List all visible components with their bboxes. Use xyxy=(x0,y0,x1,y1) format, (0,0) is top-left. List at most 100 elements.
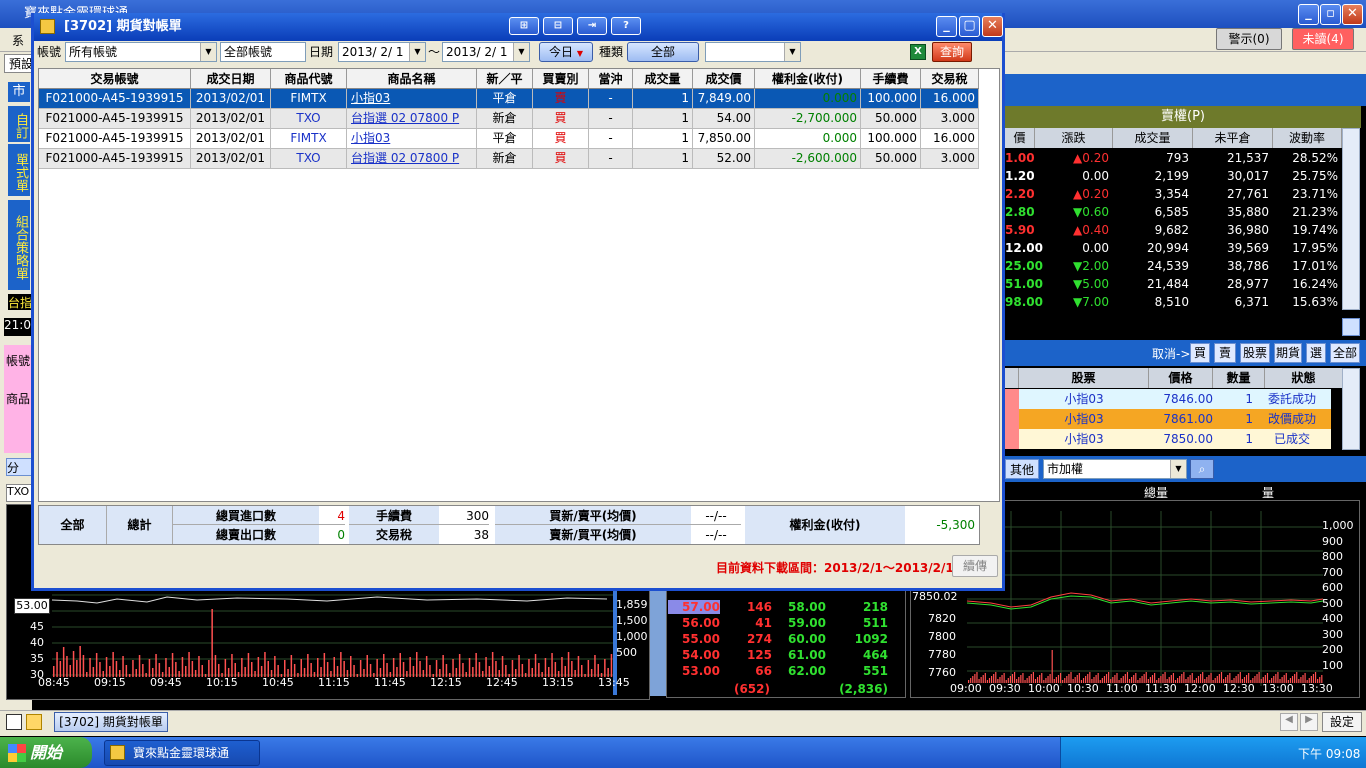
window-list-icon[interactable] xyxy=(6,714,22,730)
order-row[interactable]: 小指03 7850.00 1 已成交 xyxy=(1005,429,1331,449)
market-select[interactable]: 市加權 ▼ xyxy=(1043,459,1187,479)
left-code[interactable]: TXO xyxy=(6,484,32,502)
quote-row[interactable]: 5.90 ▲0.40 9,682 36,980 19.74% xyxy=(1005,221,1342,239)
print-icon[interactable]: ⊟ xyxy=(543,17,573,35)
restore-button[interactable]: ▫ xyxy=(1320,4,1341,25)
column-header[interactable]: 手續費 xyxy=(861,69,921,88)
next-icon[interactable]: ▶ xyxy=(1300,713,1318,731)
cell-name[interactable]: 台指選 02 07800 P xyxy=(347,149,477,168)
folder-icon[interactable] xyxy=(26,714,42,730)
quote-row[interactable]: 1.00 ▲0.20 793 21,537 28.52% xyxy=(1005,149,1342,167)
taskbar-window[interactable]: 寶來點金靈環球通 xyxy=(104,740,260,766)
layout-icon[interactable]: ⊞ xyxy=(509,17,539,35)
ask-price[interactable]: 60.00 xyxy=(776,632,826,646)
ask-price[interactable]: 61.00 xyxy=(776,648,826,662)
nav-market[interactable]: 市 xyxy=(8,82,30,102)
left-tab[interactable]: 分 xyxy=(6,458,32,476)
account-filter-field[interactable]: 全部帳號 xyxy=(220,42,306,62)
help-icon[interactable]: ? xyxy=(611,17,641,35)
cell-name-text[interactable]: 台指選 02 07800 P xyxy=(351,111,459,125)
nav-bottom[interactable]: 台指 xyxy=(8,294,32,310)
cell-name-text[interactable]: 小指03 xyxy=(351,131,390,145)
task-tab[interactable]: [3702] 期貨對帳單 xyxy=(54,712,168,732)
column-header[interactable]: 交易稅 xyxy=(921,69,979,88)
bid-price[interactable]: 56.00 xyxy=(668,616,720,630)
table-row[interactable]: F021000-A45-1939915 2013/02/01 TXO 台指選 02 0… xyxy=(39,149,979,169)
minimize-button[interactable]: _ xyxy=(1298,4,1319,25)
other-button[interactable]: 其他 xyxy=(1005,459,1039,479)
column-header[interactable]: 成交量 xyxy=(633,69,693,88)
column-header[interactable]: 當沖 xyxy=(589,69,633,88)
cancel-button[interactable]: 賣 xyxy=(1214,343,1236,363)
column-header[interactable]: 新／平 xyxy=(477,69,533,88)
export-icon[interactable]: ⇥ xyxy=(577,17,607,35)
nav-item-custom[interactable]: 自訂 xyxy=(8,106,30,142)
bid-price[interactable]: 54.00 xyxy=(668,648,720,662)
nav-item-combo[interactable]: 組合策略單 xyxy=(8,200,30,290)
ask-price[interactable]: 62.00 xyxy=(776,664,826,678)
ask-price[interactable]: 59.00 xyxy=(776,616,826,630)
column-header[interactable]: 成交價 xyxy=(693,69,755,88)
bid-price[interactable]: 57.00 xyxy=(668,600,720,614)
dialog-maximize-button[interactable]: ▢ xyxy=(959,16,980,37)
order-row[interactable]: 小指03 7846.00 1 委託成功 xyxy=(1005,389,1331,409)
quote-scrollbar[interactable] xyxy=(1342,128,1360,310)
cell-name-text[interactable]: 小指03 xyxy=(351,91,390,105)
dialog-title-bar[interactable]: [3702] 期貨對帳單 ⊞ ⊟ ⇥ ? _ ▢ ✕ xyxy=(34,13,1003,41)
nav-item-single[interactable]: 單式單 xyxy=(8,144,30,196)
today-button[interactable]: 今日 ▼ xyxy=(539,42,593,62)
table-row[interactable]: F021000-A45-1939915 2013/02/01 FIMTX 小指03 平倉… xyxy=(39,129,979,149)
bid-price[interactable]: 53.00 xyxy=(668,664,720,678)
prev-icon[interactable]: ◀ xyxy=(1280,713,1298,731)
quote-row[interactable]: 98.00 ▼7.00 8,510 6,371 15.63% xyxy=(1005,293,1342,311)
column-header[interactable]: 買賣別 xyxy=(533,69,589,88)
type-all-button[interactable]: 全部 xyxy=(627,42,699,62)
cell-name[interactable]: 小指03 xyxy=(347,89,477,108)
continue-button[interactable]: 續傳 xyxy=(952,555,998,577)
cancel-button[interactable]: 期貨 xyxy=(1274,343,1302,363)
table-row[interactable]: F021000-A45-1939915 2013/02/01 FIMTX 小指03 平倉… xyxy=(39,89,979,109)
cancel-button[interactable]: 全部 xyxy=(1330,343,1360,363)
quote-row[interactable]: 12.00 0.00 20,994 39,569 17.95% xyxy=(1005,239,1342,257)
query-button[interactable]: 查詢 xyxy=(932,42,972,62)
excel-icon[interactable]: X xyxy=(910,44,926,60)
dialog-close-button[interactable]: ✕ xyxy=(982,16,1003,37)
column-header[interactable]: 交易帳號 xyxy=(39,69,191,88)
cancel-button[interactable]: 股票 xyxy=(1240,343,1270,363)
column-header[interactable]: 權利金(收付) xyxy=(755,69,861,88)
quote-row[interactable]: 1.20 0.00 2,199 30,017 25.75% xyxy=(1005,167,1342,185)
cell-name-text[interactable]: 台指選 02 07800 P xyxy=(351,151,459,165)
settings-button[interactable]: 設定 xyxy=(1322,712,1362,732)
column-header[interactable]: 商品代號 xyxy=(271,69,347,88)
bid-price[interactable]: 55.00 xyxy=(668,632,720,646)
search-icon[interactable]: ⌕ xyxy=(1190,459,1214,479)
close-button[interactable]: ✕ xyxy=(1342,4,1363,25)
quote-row[interactable]: 25.00 ▼2.00 24,539 38,786 17.01% xyxy=(1005,257,1342,275)
column-header[interactable]: 成交日期 xyxy=(191,69,271,88)
order-scrollbar[interactable] xyxy=(1342,368,1360,450)
cancel-button[interactable]: 選 xyxy=(1306,343,1326,363)
ask-price[interactable]: 58.00 xyxy=(776,600,826,614)
cancel-button[interactable]: 買 xyxy=(1190,343,1210,363)
quote-row[interactable]: 2.80 ▼0.60 6,585 35,880 21.23% xyxy=(1005,203,1342,221)
cell-code-text: TXO xyxy=(296,151,321,165)
type-select[interactable]: ▼ xyxy=(705,42,801,62)
account-select[interactable]: 所有帳號 ▼ xyxy=(65,42,217,62)
menu-system[interactable]: 系 xyxy=(12,32,24,49)
table-row[interactable]: F021000-A45-1939915 2013/02/01 TXO 台指選 02 0… xyxy=(39,109,979,129)
volume-bar xyxy=(604,659,606,677)
cell-qty-text: 1 xyxy=(681,111,689,125)
quote-row[interactable]: 2.20 ▲0.20 3,354 27,761 23.71% xyxy=(1005,185,1342,203)
chart-splitter[interactable] xyxy=(650,590,666,696)
window-icon[interactable] xyxy=(1342,318,1360,336)
alert-button[interactable]: 警示(0) xyxy=(1216,28,1282,50)
date-from-picker[interactable]: 2013/ 2/ 1 ▼ xyxy=(338,42,426,62)
quote-row[interactable]: 51.00 ▼5.00 21,484 28,977 16.24% xyxy=(1005,275,1342,293)
unread-button[interactable]: 未讀(4) xyxy=(1292,28,1354,50)
column-header[interactable]: 商品名稱 xyxy=(347,69,477,88)
cell-name[interactable]: 小指03 xyxy=(347,129,477,148)
date-to-picker[interactable]: 2013/ 2/ 1 ▼ xyxy=(442,42,530,62)
order-row[interactable]: 小指03 7861.00 1 改價成功 xyxy=(1005,409,1331,429)
dialog-minimize-button[interactable]: _ xyxy=(936,16,957,37)
cell-name[interactable]: 台指選 02 07800 P xyxy=(347,109,477,128)
